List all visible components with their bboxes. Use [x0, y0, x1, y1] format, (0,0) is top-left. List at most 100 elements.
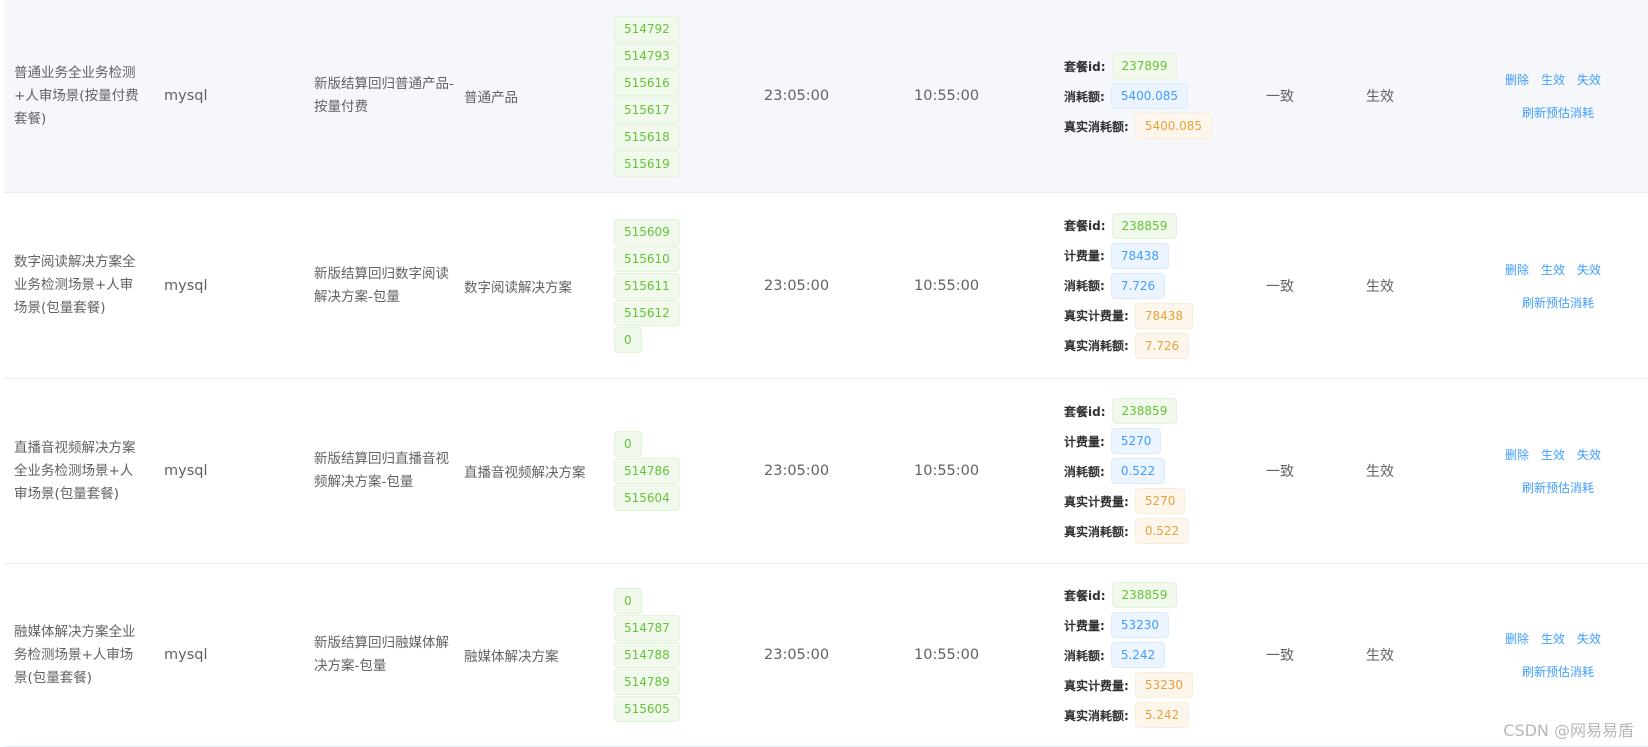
consume-line: 消耗额: 0.522 — [1064, 456, 1166, 486]
enable-link[interactable]: 生效 — [1541, 446, 1565, 463]
scenario-name: 普通业务全业务检测+人审场景(按量付费套餐) — [14, 64, 139, 127]
real-consume-tag: 5400.085 — [1134, 113, 1213, 139]
package-id-line: 套餐id: 238859 — [1064, 580, 1178, 610]
refresh-estimate-link[interactable]: 刷新预估消耗 — [1522, 296, 1594, 310]
real-billing-line: 真实计费量: 53230 — [1064, 670, 1193, 700]
delete-link[interactable]: 删除 — [1505, 71, 1529, 88]
consistency-status: 一致 — [1266, 278, 1294, 295]
enable-link[interactable]: 生效 — [1541, 71, 1565, 88]
start-time: 23:05:00 — [764, 277, 830, 294]
scenario-desc: 新版结算回归直播音视频解决方案-包量 — [314, 451, 449, 490]
package-id-tag: 238859 — [1111, 398, 1178, 424]
real-consume-label: 真实消耗额: — [1064, 708, 1129, 723]
package-id-tag: 238859 — [1111, 582, 1178, 608]
product-name: 普通产品 — [464, 90, 518, 106]
billing-line: 计费量: 53230 — [1064, 610, 1169, 640]
real-consume-line: 真实消耗额: 0.522 — [1064, 516, 1190, 546]
business-id-list: 515609 515610 515611 515612 0 — [614, 193, 734, 378]
data-table: 普通业务全业务检测+人审场景(按量付费套餐) mysql 新版结算回归普通产品-… — [0, 0, 1648, 747]
package-id-tag: 237899 — [1111, 53, 1178, 79]
delete-link[interactable]: 删除 — [1505, 446, 1529, 463]
business-id-tag: 515611 — [614, 272, 680, 299]
billing-label: 计费量: — [1064, 249, 1105, 263]
scenario-desc: 新版结算回归普通产品-按量付费 — [314, 76, 454, 115]
disable-link[interactable]: 失效 — [1577, 446, 1601, 463]
consume-label: 消耗额: — [1064, 648, 1105, 663]
start-time: 23:05:00 — [764, 647, 830, 663]
real-consume-tag: 5.242 — [1134, 702, 1190, 728]
db-type: mysql — [164, 88, 208, 104]
billing-label: 计费量: — [1064, 434, 1105, 449]
business-id-tag: 514789 — [614, 669, 680, 695]
business-id-tag: 514788 — [614, 642, 680, 668]
db-type: mysql — [164, 277, 208, 294]
consistency-status: 一致 — [1266, 464, 1294, 480]
package-id-label: 套餐id: — [1064, 59, 1106, 74]
billing-info: 套餐id: 238859 计费量: 53230 消耗额: 5.242 真实计费量… — [1064, 564, 1264, 746]
consume-line: 消耗额: 7.726 — [1064, 271, 1166, 301]
business-id-tag: 0 — [614, 431, 642, 457]
delete-link[interactable]: 删除 — [1505, 261, 1529, 278]
disable-link[interactable]: 失效 — [1577, 630, 1601, 647]
real-billing-tag: 5270 — [1134, 488, 1186, 514]
consume-tag: 0.522 — [1110, 458, 1166, 484]
billing-tag: 78438 — [1110, 242, 1169, 269]
billing-tag: 53230 — [1110, 612, 1169, 638]
package-id-line: 套餐id: 238859 — [1064, 396, 1178, 426]
disable-link[interactable]: 失效 — [1577, 261, 1601, 278]
product-name: 融媒体解决方案 — [464, 649, 559, 665]
real-billing-line: 真实计费量: 78438 — [1064, 301, 1193, 331]
consume-label: 消耗额: — [1064, 464, 1105, 479]
consume-tag: 5400.085 — [1110, 83, 1189, 109]
scenario-desc: 新版结算回归数字阅读解决方案-包量 — [314, 265, 449, 305]
enable-link[interactable]: 生效 — [1541, 630, 1565, 647]
start-time: 23:05:00 — [764, 88, 830, 104]
end-time: 10:55:00 — [914, 647, 980, 663]
delete-link[interactable]: 删除 — [1505, 630, 1529, 647]
package-id-line: 套餐id: 238859 — [1064, 211, 1178, 241]
scenario-name: 直播音视频解决方案全业务检测场景+人审场景(包量套餐) — [14, 439, 136, 502]
real-billing-line: 真实计费量: 5270 — [1064, 486, 1186, 516]
row-actions: 删除 生效 失效 刷新预估消耗 — [1474, 193, 1624, 378]
business-id-tag: 514793 — [614, 42, 680, 69]
enable-link[interactable]: 生效 — [1541, 261, 1565, 278]
business-id-tag: 515610 — [614, 245, 680, 272]
business-id-list: 0 514786 515604 — [614, 379, 734, 563]
real-consume-tag: 7.726 — [1134, 332, 1190, 359]
real-consume-line: 真实消耗额: 5400.085 — [1064, 111, 1213, 141]
package-id-label: 套餐id: — [1064, 219, 1106, 233]
table-row: 直播音视频解决方案全业务检测场景+人审场景(包量套餐) mysql 新版结算回归… — [4, 379, 1648, 564]
end-time: 10:55:00 — [914, 463, 980, 479]
disable-link[interactable]: 失效 — [1577, 71, 1601, 88]
business-id-tag: 515604 — [614, 485, 680, 511]
real-billing-tag: 78438 — [1134, 302, 1193, 329]
billing-info: 套餐id: 237899 消耗额: 5400.085 真实消耗额: 5400.0… — [1064, 0, 1264, 192]
real-billing-label: 真实计费量: — [1064, 494, 1129, 509]
business-id-tag: 514787 — [614, 615, 680, 641]
row-actions: 删除 生效 失效 刷新预估消耗 — [1474, 379, 1624, 563]
billing-tag: 5270 — [1110, 428, 1162, 454]
business-id-tag: 515609 — [614, 218, 680, 245]
effect-status: 生效 — [1366, 89, 1394, 105]
billing-info: 套餐id: 238859 计费量: 78438 消耗额: 7.726 真实计费量… — [1064, 193, 1264, 378]
scenario-name: 数字阅读解决方案全业务检测场景+人审场景(包量套餐) — [14, 254, 136, 316]
table-row: 融媒体解决方案全业务检测场景+人审场景(包量套餐) mysql 新版结算回归融媒… — [4, 564, 1648, 747]
refresh-estimate-link[interactable]: 刷新预估消耗 — [1522, 665, 1594, 679]
db-type: mysql — [164, 463, 208, 479]
business-id-tag: 0 — [614, 326, 642, 353]
real-consume-label: 真实消耗额: — [1064, 339, 1129, 353]
real-billing-label: 真实计费量: — [1064, 678, 1129, 693]
real-billing-tag: 53230 — [1134, 672, 1193, 698]
table-row: 数字阅读解决方案全业务检测场景+人审场景(包量套餐) mysql 新版结算回归数… — [4, 193, 1648, 379]
scenario-desc: 新版结算回归融媒体解决方案-包量 — [314, 635, 449, 674]
row-actions: 删除 生效 失效 刷新预估消耗 — [1474, 0, 1624, 192]
business-id-tag: 515616 — [614, 69, 680, 96]
consume-line: 消耗额: 5400.085 — [1064, 81, 1189, 111]
refresh-estimate-link[interactable]: 刷新预估消耗 — [1522, 481, 1594, 495]
package-id-label: 套餐id: — [1064, 588, 1106, 603]
business-id-tag: 515618 — [614, 123, 680, 150]
real-billing-label: 真实计费量: — [1064, 309, 1129, 323]
consume-tag: 7.726 — [1110, 272, 1166, 299]
refresh-estimate-link[interactable]: 刷新预估消耗 — [1522, 106, 1594, 120]
business-id-tag: 515617 — [614, 96, 680, 123]
